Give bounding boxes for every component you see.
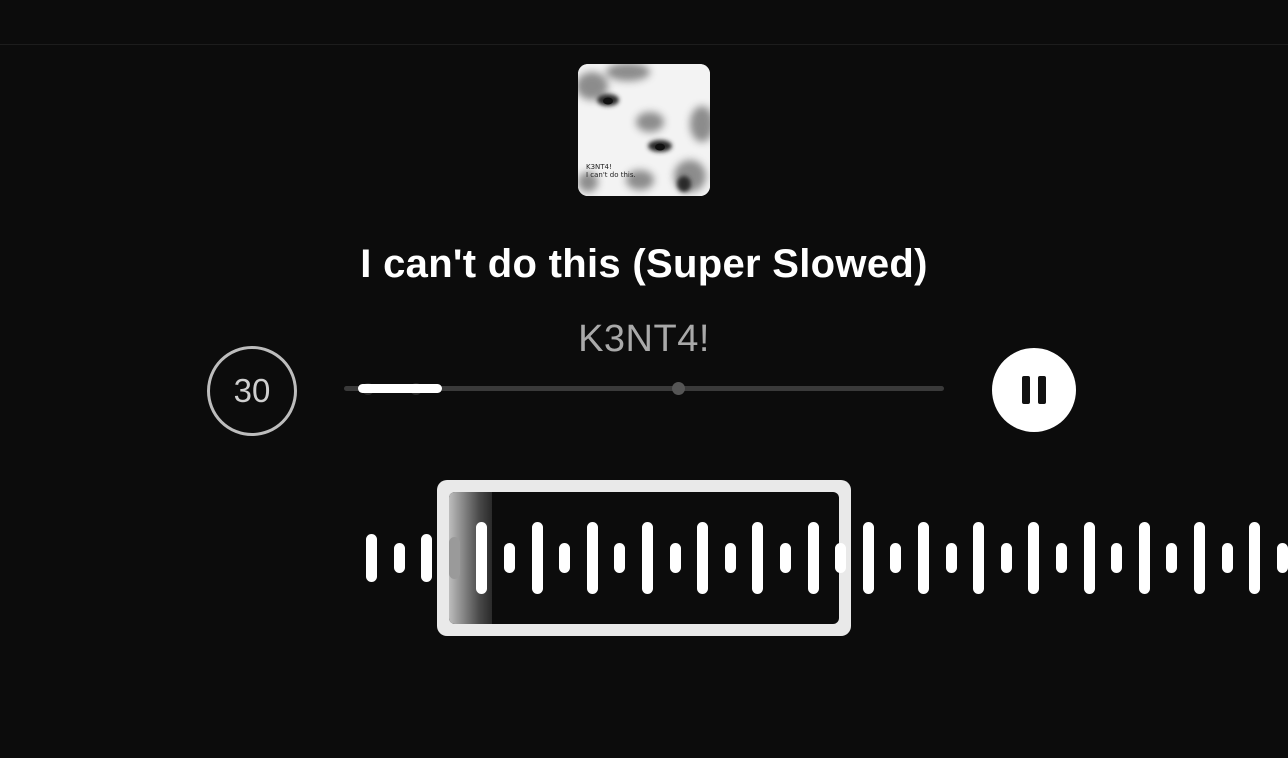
progress-fill (358, 384, 442, 393)
progress-marker (672, 382, 685, 395)
waveform-bar (780, 543, 791, 573)
waveform-bar (587, 522, 598, 594)
waveform-bar (532, 522, 543, 594)
waveform-bar (642, 522, 653, 594)
waveform-bar (449, 537, 460, 579)
top-divider (0, 44, 1288, 45)
waveform[interactable] (0, 470, 1288, 650)
waveform-bar (697, 522, 708, 594)
waveform-bar (808, 522, 819, 594)
waveform-bar (366, 534, 377, 582)
track-artist: K3NT4! (578, 318, 710, 360)
pause-button[interactable] (992, 348, 1076, 432)
waveform-bar (614, 543, 625, 573)
waveform-bar (1194, 522, 1205, 594)
waveform-bar (476, 522, 487, 594)
waveform-bar (559, 543, 570, 573)
album-art-artist: K3NT4! (586, 163, 612, 171)
waveform-bar (394, 543, 405, 573)
waveform-bar (863, 522, 874, 594)
waveform-bar (1001, 543, 1012, 573)
waveform-bar (504, 543, 515, 573)
waveform-bar (890, 543, 901, 573)
waveform-bar (946, 543, 957, 573)
waveform-bar (1111, 543, 1122, 573)
waveform-bar (670, 543, 681, 573)
waveform-bar (421, 534, 432, 582)
waveform-bar (1222, 543, 1233, 573)
waveform-bar (835, 543, 846, 573)
pause-icon (1022, 376, 1046, 404)
waveform-bar (752, 522, 763, 594)
waveform-bar (1277, 543, 1288, 573)
waveform-bar (1139, 522, 1150, 594)
waveform-bar (918, 522, 929, 594)
playback-progress-bar[interactable] (344, 382, 944, 395)
album-art: K3NT4! I can't do this. (578, 64, 710, 196)
waveform-bar (1166, 543, 1177, 573)
track-title: I can't do this (Super Slowed) (360, 242, 928, 286)
clip-duration-button[interactable]: 30 (207, 346, 297, 436)
clip-duration-label: 30 (233, 372, 271, 409)
waveform-bar (725, 543, 736, 573)
waveform-bar (1028, 522, 1039, 594)
waveform-bar (1084, 522, 1095, 594)
waveform-bar (1249, 522, 1260, 594)
album-art-track: I can't do this. (586, 171, 636, 179)
waveform-bar (973, 522, 984, 594)
waveform-bar (1056, 543, 1067, 573)
audio-clip-selector: K3NT4! I can't do this. I can't do this … (0, 0, 1288, 758)
